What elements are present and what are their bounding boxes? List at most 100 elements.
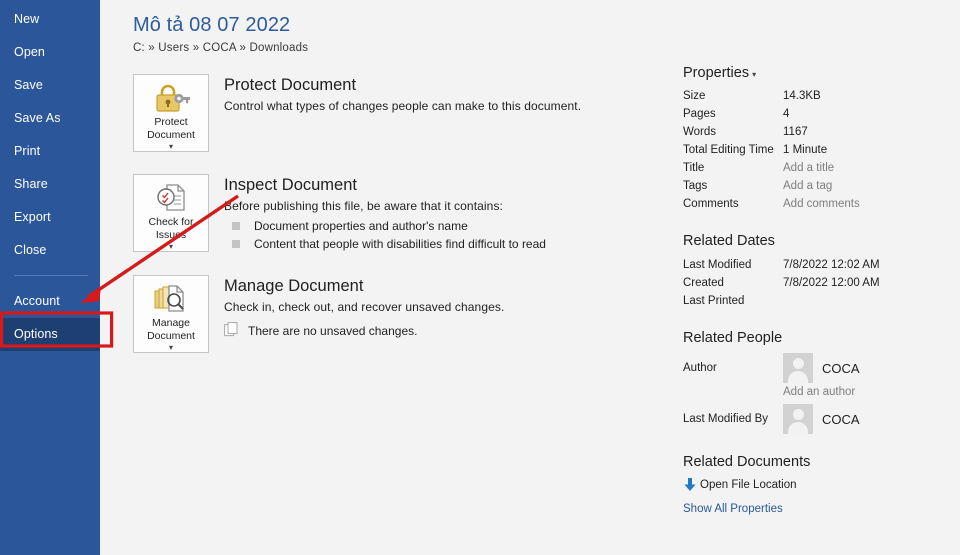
properties-panel: Properties ▾ Size 14.3KB Pages 4 Words 11… <box>683 65 960 515</box>
chevron-down-icon: ▾ <box>752 70 757 79</box>
sidebar-item-close[interactable]: Close <box>0 234 100 267</box>
sidebar-item-label: Open <box>14 45 45 59</box>
protect-document-description: Control what types of changes people can… <box>224 99 582 113</box>
inspect-bullet-label: Document properties and author's name <box>254 219 468 233</box>
open-file-location-link[interactable]: Open File Location <box>683 477 960 492</box>
properties-heading-label: Properties <box>683 65 750 81</box>
property-row-total-editing-time: Total Editing Time 1 Minute <box>683 141 960 159</box>
open-file-location-label: Open File Location <box>700 478 797 491</box>
property-value: 1 Minute <box>783 144 828 156</box>
property-key: Size <box>683 90 706 102</box>
sidebar-item-save[interactable]: Save <box>0 69 100 102</box>
chevron-down-icon: ▾ <box>168 343 173 352</box>
property-row-pages: Pages 4 <box>683 105 960 123</box>
square-bullet-icon <box>232 240 240 248</box>
sidebar-item-share[interactable]: Share <box>0 168 100 201</box>
inspect-document-text: Inspect Document Before publishing this … <box>209 174 546 251</box>
property-row-comments[interactable]: Comments Add comments <box>683 195 960 213</box>
property-value: 1167 <box>783 126 808 138</box>
property-row-title[interactable]: Title Add a title <box>683 159 960 177</box>
person-name: COCA <box>822 411 860 427</box>
related-dates-heading: Related Dates <box>683 233 775 249</box>
protect-document-button[interactable]: Protect Document ▾ <box>133 74 209 152</box>
manage-document-button[interactable]: Manage Document ▾ <box>133 275 209 353</box>
property-value: 14.3KB <box>783 90 821 102</box>
sidebar-item-label: Print <box>14 144 41 158</box>
property-value-tags-input[interactable]: Add a tag <box>783 177 832 195</box>
show-all-properties-link[interactable]: Show All Properties <box>683 503 960 515</box>
date-key: Last Modified <box>683 259 752 271</box>
manage-document-text: Manage Document Check in, check out, and… <box>209 275 504 340</box>
inspect-document-description: Before publishing this file, be aware th… <box>224 199 503 213</box>
unsaved-changes-status: There are no unsaved changes. <box>224 322 504 340</box>
unsaved-changes-label: There are no unsaved changes. <box>248 324 418 338</box>
sidebar-item-label: Options <box>14 327 58 341</box>
square-bullet-icon <box>232 222 240 230</box>
download-arrow-icon <box>683 477 697 492</box>
property-value: 4 <box>783 108 790 120</box>
related-documents-heading: Related Documents <box>683 454 811 470</box>
avatar <box>783 404 813 434</box>
sidebar-item-label: Account <box>14 294 60 308</box>
list-item: Content that people with disabilities fi… <box>224 237 546 251</box>
chevron-down-icon: ▾ <box>168 142 173 151</box>
inspect-bullet-label: Content that people with disabilities fi… <box>254 237 546 251</box>
breadcrumb: C: » Users » COCA » Downloads <box>133 42 309 54</box>
sidebar-item-label: Share <box>14 177 48 191</box>
sidebar-item-account[interactable]: Account <box>0 285 100 318</box>
sidebar-item-save-as[interactable]: Save As <box>0 102 100 135</box>
sidebar-item-options[interactable]: Options <box>0 318 100 351</box>
property-key: Words <box>683 126 717 138</box>
date-row-created: Created 7/8/2022 12:00 AM <box>683 274 960 292</box>
date-row-last-modified: Last Modified 7/8/2022 12:02 AM <box>683 256 960 274</box>
document-stack-search-icon <box>153 282 189 315</box>
avatar <box>783 353 813 383</box>
page-title: Mô tả 08 07 2022 <box>133 14 291 36</box>
person-row-last-modified-by: Last Modified By COCA <box>683 404 960 434</box>
list-item: Document properties and author's name <box>224 219 546 233</box>
property-key: Tags <box>683 180 708 192</box>
related-people-heading: Related People <box>683 330 783 346</box>
date-row-last-printed: Last Printed <box>683 292 960 310</box>
protect-document-heading: Protect Document <box>224 76 357 94</box>
sidebar-item-label: Close <box>14 243 47 257</box>
person-row-author: Author COCA <box>683 353 960 383</box>
document-pages-icon <box>224 322 239 340</box>
add-author-field[interactable]: Add an author <box>783 386 960 398</box>
property-key: Pages <box>683 108 716 120</box>
chevron-down-icon: ▾ <box>168 242 173 251</box>
properties-heading[interactable]: Properties ▾ <box>683 65 960 81</box>
protect-document-button-label: Protect Document <box>147 116 195 141</box>
word-backstage-info-screen: New Open Save Save As Print Share Export… <box>0 0 960 555</box>
sidebar-item-print[interactable]: Print <box>0 135 100 168</box>
check-for-issues-button[interactable]: Check for Issues ▾ <box>133 174 209 252</box>
sidebar-item-open[interactable]: Open <box>0 36 100 69</box>
property-value-comments-input[interactable]: Add comments <box>783 195 860 213</box>
person-key: Last Modified By <box>683 413 769 425</box>
date-value: 7/8/2022 12:02 AM <box>783 259 880 271</box>
backstage-content: Mô tả 08 07 2022 C: » Users » COCA » Dow… <box>100 0 960 555</box>
sidebar-item-label: New <box>14 12 40 26</box>
sidebar-divider <box>14 275 88 276</box>
date-value: 7/8/2022 12:00 AM <box>783 277 880 289</box>
inspect-document-heading: Inspect Document <box>224 176 357 194</box>
property-key: Total Editing Time <box>683 144 774 156</box>
date-key: Last Printed <box>683 295 745 307</box>
property-row-tags[interactable]: Tags Add a tag <box>683 177 960 195</box>
property-value-title-input[interactable]: Add a title <box>783 159 834 177</box>
sidebar-item-new[interactable]: New <box>0 3 100 36</box>
person-key: Author <box>683 362 717 374</box>
sidebar-item-label: Export <box>14 210 51 224</box>
property-row-size: Size 14.3KB <box>683 87 960 105</box>
backstage-sidebar: New Open Save Save As Print Share Export… <box>0 0 100 555</box>
document-inspect-icon <box>154 181 188 214</box>
property-key: Title <box>683 162 705 174</box>
date-key: Created <box>683 277 724 289</box>
check-for-issues-button-label: Check for Issues <box>148 216 194 241</box>
sidebar-item-label: Save As <box>14 111 61 125</box>
protect-document-text: Protect Document Control what types of c… <box>209 74 581 115</box>
person-name: COCA <box>822 360 860 376</box>
padlock-key-icon <box>152 81 190 114</box>
sidebar-item-export[interactable]: Export <box>0 201 100 234</box>
property-row-words: Words 1167 <box>683 123 960 141</box>
